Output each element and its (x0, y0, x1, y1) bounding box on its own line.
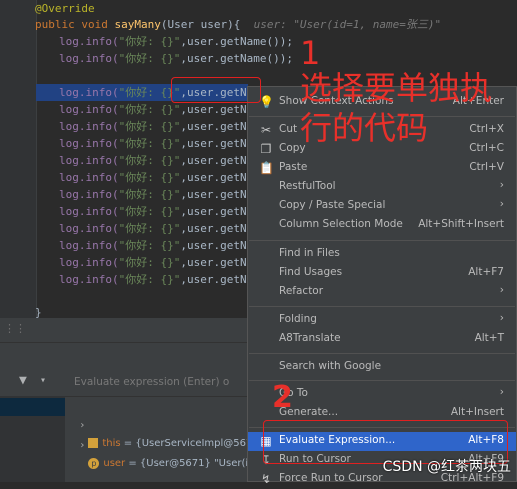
code-line[interactable]: log.info("你好: {}",user.getName (59, 135, 266, 152)
clipboard-icon: 📋 (259, 161, 274, 175)
watermark: CSDN @红茶两块五 (382, 459, 511, 475)
step1-highlight-box (171, 77, 261, 103)
code-line[interactable]: log.info("你好: {}",user.getName (59, 186, 266, 203)
menu-separator (249, 306, 515, 307)
editor-gutter[interactable] (0, 0, 37, 318)
code-line[interactable]: log.info("你好: {}",user.getName (59, 271, 266, 288)
code-line[interactable]: log.info("你好: {}",user.getName()); (59, 33, 293, 50)
menu-separator (249, 353, 515, 354)
submenu-arrow-icon: › (499, 312, 504, 324)
method-signature: public void sayMany(User user){ user: "U… (35, 18, 442, 31)
step1-instruction: 选择要单独执 行的代码 (300, 69, 493, 147)
menu-item-a8translate[interactable]: A8Translate Alt+T (248, 330, 516, 349)
code-line[interactable]: log.info("你好: {}",user.getName (59, 101, 266, 118)
parameter-icon: p (88, 457, 100, 469)
submenu-arrow-icon: › (499, 179, 504, 191)
submenu-arrow-icon: › (499, 386, 504, 398)
variable-row-this[interactable]: › this = {UserServiceImpl@567 (74, 399, 252, 449)
code-line[interactable]: log.info("你好: {}",user.getName (59, 203, 266, 220)
filter-icon[interactable]: ▼ (19, 373, 27, 388)
code-line[interactable]: log.info("你好: {}",user.getName (59, 237, 266, 254)
menu-separator (249, 240, 515, 241)
override-annotation: @Override (35, 2, 95, 15)
field-icon (88, 438, 99, 448)
menu-item-folding[interactable]: Folding › (248, 311, 516, 330)
scissors-icon: ✂ (260, 123, 272, 137)
variable-row-user[interactable]: › p user = {User@5671} "User(id (74, 419, 254, 469)
menu-item-search-with-google[interactable]: Search with Google (248, 358, 516, 377)
force-run-icon: ↯ (260, 472, 272, 486)
step2-number: 2 (272, 380, 293, 415)
selected-frame[interactable] (0, 398, 65, 416)
menu-item-refactor[interactable]: Refactor › (248, 283, 516, 302)
code-line[interactable]: log.info("你好: {}",user.getName (59, 152, 266, 169)
copy-icon: ❐ (260, 142, 272, 156)
menu-item-find-in-files[interactable]: Find in Files (248, 245, 516, 264)
submenu-arrow-icon: › (499, 198, 504, 210)
bulb-icon: 💡 (259, 95, 274, 109)
menu-item-copy-paste-special[interactable]: Copy / Paste Special › (248, 197, 516, 216)
code-line[interactable]: log.info("你好: {}",user.getName (59, 169, 266, 186)
grip-icon[interactable]: ⋮⋮ (4, 322, 26, 335)
menu-item-column-selection-mode[interactable]: Column Selection Mode Alt+Shift+Insert (248, 216, 516, 235)
menu-item-find-usages[interactable]: Find Usages Alt+F7 (248, 264, 516, 283)
evaluate-expression-input[interactable]: Evaluate expression (Enter) o (74, 376, 229, 388)
menu-item-paste[interactable]: 📋 Paste Ctrl+V (248, 159, 516, 178)
step1-number: 1 (300, 34, 321, 72)
code-line[interactable]: log.info("你好: {}",user.getName (59, 220, 266, 237)
expand-arrow-icon[interactable]: › (80, 440, 84, 451)
submenu-arrow-icon: › (499, 284, 504, 296)
code-line[interactable]: log.info("你好: {}",user.getName (59, 254, 266, 271)
code-line[interactable]: log.info("你好: {}",user.getName()); (59, 50, 293, 67)
dropdown-arrow-icon[interactable]: ▾ (40, 375, 46, 386)
menu-item-restfultool[interactable]: RestfulTool › (248, 178, 516, 197)
code-line[interactable]: log.info("你好: {}",user.getName (59, 118, 266, 135)
